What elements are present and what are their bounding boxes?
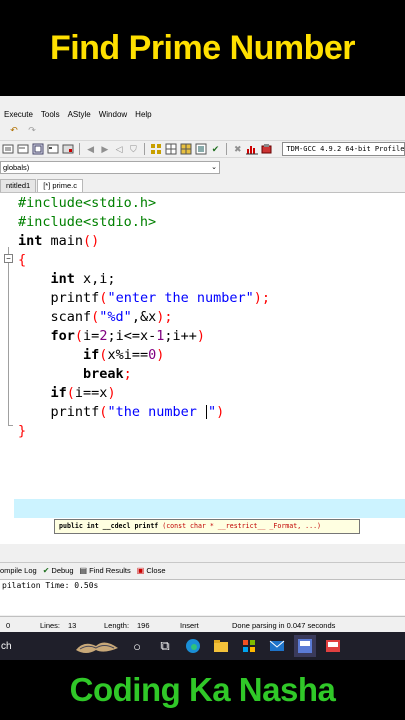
goto-icon[interactable] xyxy=(62,143,74,155)
tab-prime-c[interactable]: [*] prime.c xyxy=(37,179,83,192)
check-icon[interactable]: ✔ xyxy=(210,143,221,155)
code-editor[interactable]: − #include<stdio.h> #include<stdio.h> in… xyxy=(0,192,405,544)
current-line-highlight xyxy=(14,499,405,518)
forward-icon[interactable]: ▶ xyxy=(99,143,110,155)
bottom-panel-tabs: ompile Log ✔ Debug ▤ Find Results ▣ Close xyxy=(0,562,405,578)
close-icon: ▣ xyxy=(136,566,145,575)
menu-window[interactable]: Window xyxy=(95,108,131,122)
ide-window: Execute Tools AStyle Window Help ↶ ↷ ◀ ▶… xyxy=(0,96,405,632)
compile-icon[interactable] xyxy=(150,143,162,155)
code-line: break; xyxy=(83,366,132,382)
tab-untitled1[interactable]: ntitled1 xyxy=(0,179,37,192)
log-text: pilation Time: 0.50s xyxy=(2,581,99,590)
devcpp-icon[interactable] xyxy=(294,635,316,657)
status-bar: 0 Lines: 13 Length: 196 Insert Done pars… xyxy=(0,616,405,632)
fold-gutter: − xyxy=(0,193,14,544)
windows-taskbar: ch ○ ⧉ xyxy=(0,632,405,660)
redo-icon[interactable]: ↷ xyxy=(26,124,38,136)
menu-execute[interactable]: Execute xyxy=(0,108,37,122)
top-banner: Find Prime Number xyxy=(0,0,405,96)
bottom-banner: Coding Ka Nasha xyxy=(0,660,405,720)
edge-icon[interactable] xyxy=(182,635,204,657)
code-line: if(x%i==0) xyxy=(83,347,165,363)
compile-run-icon[interactable] xyxy=(180,143,192,155)
toolbar-separator xyxy=(226,143,228,155)
toggle-comment-icon[interactable] xyxy=(32,143,44,155)
code-line: printf("enter the number"); xyxy=(50,290,271,306)
toolbar-separator xyxy=(79,143,80,155)
bottom-banner-title: Coding Ka Nasha xyxy=(69,671,336,708)
compile-log-output: pilation Time: 0.50s xyxy=(0,579,405,615)
fold-toggle-icon[interactable]: − xyxy=(4,254,13,263)
code-line: int x,i; xyxy=(50,271,116,287)
code-line: for(i=2;i<=x-1;i++) xyxy=(50,328,206,344)
tab-compile-log[interactable]: ompile Log xyxy=(0,566,37,575)
tab-find-results[interactable]: ▤ Find Results xyxy=(80,566,131,575)
code-line: } xyxy=(18,423,27,439)
code-line: if(i==x) xyxy=(50,385,116,401)
scope-row: globals) ⌄ xyxy=(0,160,405,174)
store-icon[interactable] xyxy=(238,635,260,657)
task-view-icon[interactable]: ⧉ xyxy=(154,635,176,657)
tab-close[interactable]: ▣ Close xyxy=(137,566,166,575)
menu-tools[interactable]: Tools xyxy=(37,108,64,122)
text-caret xyxy=(205,405,207,419)
file-explorer-icon[interactable] xyxy=(210,635,232,657)
fold-line xyxy=(8,247,9,425)
unindent-icon[interactable] xyxy=(17,143,29,155)
search-icon[interactable]: ○ xyxy=(126,635,148,657)
debug-icon[interactable] xyxy=(261,143,273,155)
status-length-value: 196 xyxy=(137,621,150,630)
menu-bar: Execute Tools AStyle Window Help xyxy=(0,108,405,122)
scope-select[interactable]: globals) ⌄ xyxy=(0,160,220,174)
fold-end xyxy=(8,425,13,426)
status-message: Done parsing in 0.047 seconds xyxy=(232,621,336,630)
code-line: scanf("%d",&x); xyxy=(50,309,173,325)
code-line-current: printf("the number ") xyxy=(50,404,225,420)
function-signature-tooltip: public int __cdecl printf (const char * … xyxy=(54,519,360,534)
compiler-select[interactable]: TDM-GCC 4.9.2 64-bit Profile xyxy=(282,142,405,156)
menu-help[interactable]: Help xyxy=(131,108,155,122)
taskbar-search[interactable]: ch xyxy=(1,641,71,652)
status-mode: Insert xyxy=(180,621,199,630)
find-icon: ▤ xyxy=(79,566,88,575)
bookmark-icon[interactable] xyxy=(47,143,59,155)
code-line: { xyxy=(18,252,27,268)
run-icon[interactable] xyxy=(165,143,177,155)
status-length-label: Length: xyxy=(104,621,130,630)
code-line: #include<stdio.h> xyxy=(18,214,157,230)
tab-debug[interactable]: ✔ Debug xyxy=(43,566,74,575)
code-text: #include<stdio.h> #include<stdio.h> int … xyxy=(18,194,270,441)
shield-icon[interactable]: ⛉ xyxy=(128,143,139,155)
chart-icon[interactable] xyxy=(246,143,259,155)
editor-tabs: ntitled1 [*] prime.c xyxy=(0,178,405,192)
prev-icon[interactable]: ◁ xyxy=(113,143,124,155)
status-lines-label: Lines: xyxy=(40,621,61,630)
undo-icon[interactable]: ↶ xyxy=(8,124,20,136)
back-icon[interactable]: ◀ xyxy=(85,143,96,155)
toolbar-separator xyxy=(144,143,145,155)
mail-icon[interactable] xyxy=(266,635,288,657)
rebuild-icon[interactable] xyxy=(195,143,207,155)
toolbar-main: ◀ ▶ ◁ ⛉ ✔ ✖ TDM-GCC 4.9.2 64-bit Profile xyxy=(0,140,405,158)
chevron-down-icon: ⌄ xyxy=(211,163,217,171)
top-banner-title: Find Prime Number xyxy=(49,28,356,67)
menu-astyle[interactable]: AStyle xyxy=(64,108,95,122)
code-line: #include<stdio.h> xyxy=(18,195,157,211)
toolbar-edit: ↶ ↷ xyxy=(0,122,405,138)
widgets-icon[interactable] xyxy=(74,635,120,657)
code-line: int main() xyxy=(18,233,100,249)
status-col: 0 xyxy=(6,621,11,630)
check-icon: ✔ xyxy=(42,566,50,575)
stop-icon[interactable]: ✖ xyxy=(232,143,243,155)
status-lines-value: 13 xyxy=(68,621,77,630)
scope-value: globals) xyxy=(3,162,30,172)
app-icon[interactable] xyxy=(322,635,344,657)
indent-icon[interactable] xyxy=(2,143,14,155)
